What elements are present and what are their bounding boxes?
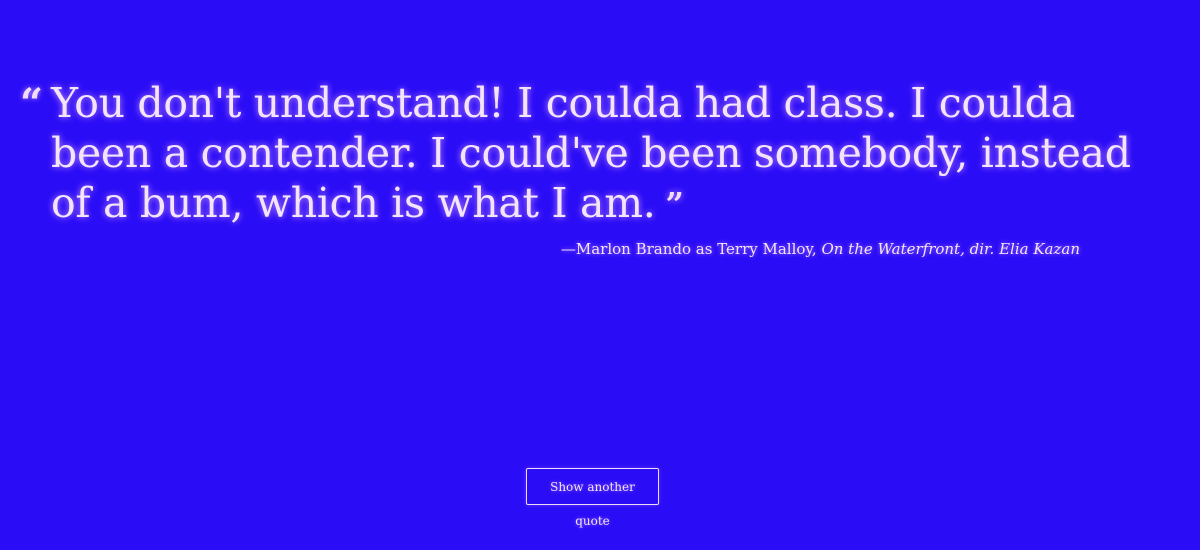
quote-page: { "quote": { "open_mark": "“", "text": "… (0, 0, 1200, 550)
attribution-prefix: —Marlon Brando as Terry Malloy, (560, 240, 822, 258)
quote-body: You don't understand! I coulda had class… (51, 79, 1131, 227)
quote-text: You don't understand! I coulda had class… (51, 78, 1150, 228)
quote-block: “ You don't understand! I coulda had cla… (20, 78, 1150, 228)
show-another-quote-button[interactable]: Show another quote (526, 468, 659, 528)
close-quote-icon: ” (665, 185, 684, 223)
attribution: —Marlon Brando as Terry Malloy, On the W… (561, 239, 1080, 259)
open-quote-icon: “ (20, 80, 44, 127)
attribution-work: On the Waterfront, dir. Elia Kazan (821, 240, 1080, 258)
